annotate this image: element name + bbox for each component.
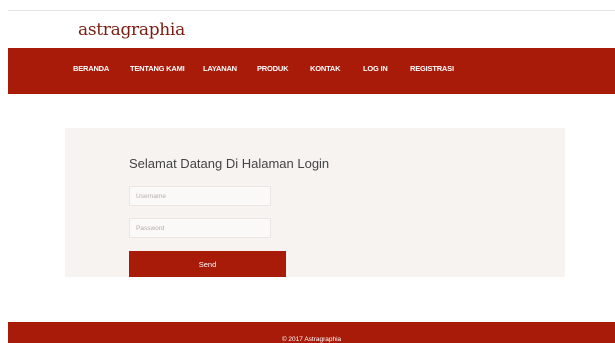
password-input[interactable] <box>129 218 271 238</box>
nav-item-registrasi[interactable]: REGISTRASI <box>410 64 454 73</box>
nav-item-produk[interactable]: PRODUK <box>257 64 289 73</box>
login-title: Selamat Datang Di Halaman Login <box>129 156 330 171</box>
footer-bar: © 2017 Astragraphia <box>8 322 615 343</box>
send-button[interactable]: Send <box>129 251 286 277</box>
username-input[interactable] <box>129 186 271 206</box>
nav-item-beranda[interactable]: BERANDA <box>73 64 109 73</box>
nav-item-layanan[interactable]: LAYANAN <box>203 64 237 73</box>
footer-copyright: © 2017 Astragraphia <box>281 336 342 343</box>
nav-item-tentang-kami[interactable]: TENTANG KAMI <box>130 64 185 73</box>
site-logo[interactable]: astragraphia <box>78 20 185 40</box>
top-divider <box>8 10 615 11</box>
nav-item-log-in[interactable]: LOG IN <box>363 64 388 73</box>
main-navbar: BERANDA TENTANG KAMI LAYANAN PRODUK KONT… <box>8 48 615 94</box>
nav-item-kontak[interactable]: KONTAK <box>310 64 341 73</box>
